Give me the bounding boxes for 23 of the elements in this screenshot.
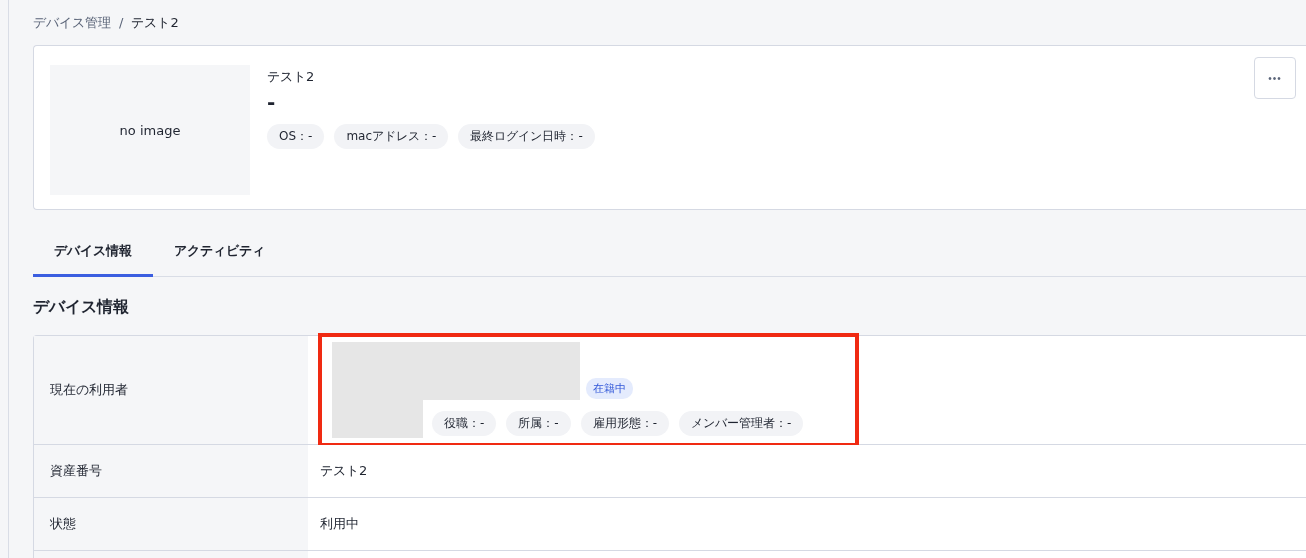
info-chip: メンバー管理者：- bbox=[679, 411, 804, 436]
device-name: テスト2 bbox=[267, 68, 316, 86]
info-chip: 所属：- bbox=[506, 411, 571, 436]
more-button[interactable]: ••• bbox=[1254, 57, 1296, 99]
tab[interactable]: アクティビティ bbox=[153, 228, 286, 277]
device-subtitle: - bbox=[267, 90, 277, 114]
breadcrumb-separator: / bbox=[119, 15, 124, 30]
field-label: 資産番号 bbox=[50, 462, 102, 480]
field-label: 状態 bbox=[50, 515, 76, 533]
info-chip: 最終ログイン日時：- bbox=[458, 124, 595, 149]
info-chip: 雇用形態：- bbox=[580, 411, 670, 436]
breadcrumb-current: テスト2 bbox=[131, 13, 179, 32]
breadcrumb-link[interactable]: デバイス管理 bbox=[33, 13, 111, 32]
field-value: 利用中 bbox=[320, 515, 359, 533]
field-value: テスト2 bbox=[320, 462, 368, 480]
no-image-label: no image bbox=[119, 122, 181, 138]
info-chip: macアドレス：- bbox=[334, 124, 449, 149]
status-badge: 在籍中 bbox=[586, 378, 633, 399]
field-label: 現在の利用者 bbox=[50, 381, 128, 399]
tab[interactable]: デバイス情報 bbox=[33, 228, 153, 277]
info-chip: OS：- bbox=[267, 124, 325, 149]
info-chip: 役職：- bbox=[432, 411, 497, 436]
section-title: デバイス情報 bbox=[33, 297, 130, 318]
